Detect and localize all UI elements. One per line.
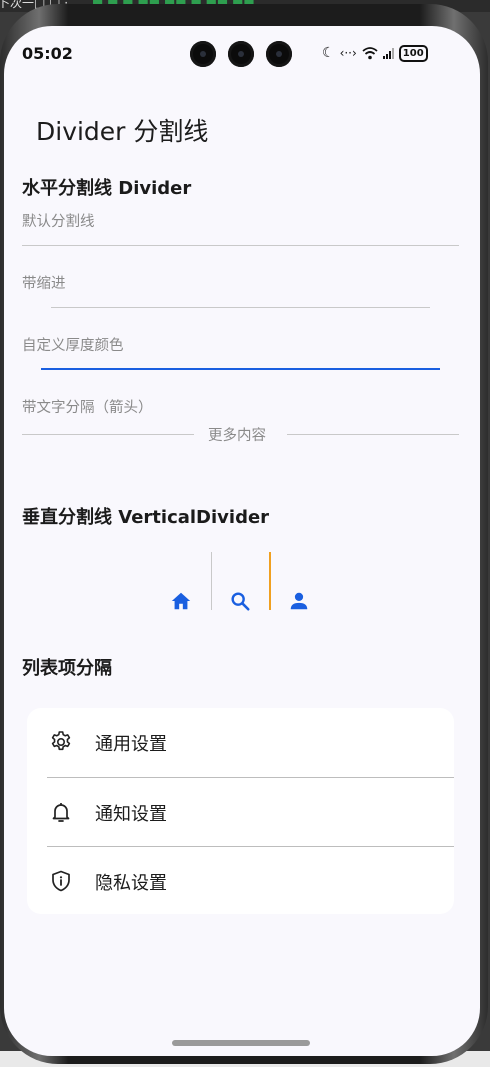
- status-bar: 05:02 ☾ ‹··› 100: [4, 26, 480, 76]
- home-icon[interactable]: [170, 590, 192, 612]
- text-divider-right: [287, 434, 459, 435]
- moon-icon: ☾: [322, 45, 335, 61]
- list-section-title: 列表项分隔: [22, 658, 112, 679]
- camera-icon: [190, 41, 216, 67]
- custom-divider-label: 自定义厚度颜色: [22, 338, 124, 354]
- default-divider-label: 默认分割线: [22, 214, 95, 230]
- phone-screen: 05:02 ☾ ‹··› 100 Divider 分割线 水平分割线 Divid…: [4, 26, 480, 1056]
- signal-icon: [382, 47, 394, 59]
- shield-icon: [52, 870, 70, 892]
- list-item-label: 通知设置: [95, 804, 167, 825]
- battery-icon: 100: [398, 44, 428, 62]
- list-item-label: 通用设置: [95, 734, 167, 755]
- camera-icon: [266, 41, 292, 67]
- settings-list-card: 通用设置 通知设置 隐私设置: [27, 708, 454, 914]
- page-title: Divider 分割线: [36, 117, 209, 146]
- camera-icon: [228, 41, 254, 67]
- wifi-icon: [362, 46, 378, 59]
- home-indicator[interactable]: [172, 1040, 310, 1046]
- text-divider-left: [22, 434, 194, 435]
- status-time: 05:02: [22, 44, 73, 63]
- vertical-divider: [211, 552, 212, 610]
- indent-divider-label: 带缩进: [22, 276, 66, 292]
- indent-divider: [51, 307, 430, 308]
- vertical-divider-orange: [269, 552, 271, 610]
- horizontal-section-title: 水平分割线 Divider: [22, 178, 192, 199]
- list-item-label: 隐私设置: [95, 873, 167, 894]
- list-item-privacy-settings[interactable]: 隐私设置: [27, 847, 454, 916]
- person-icon[interactable]: [288, 590, 310, 612]
- search-icon[interactable]: [229, 590, 251, 612]
- text-divider-text: 更多内容: [208, 428, 266, 444]
- list-item-notification-settings[interactable]: 通知设置: [27, 778, 454, 847]
- bell-icon: [52, 803, 70, 822]
- gear-icon: [51, 731, 71, 751]
- default-divider: [22, 245, 459, 246]
- text-divider-label: 带文字分隔（箭头）: [22, 400, 153, 416]
- phone-frame: 05:02 ☾ ‹··› 100 Divider 分割线 水平分割线 Divid…: [0, 4, 488, 1064]
- vertical-section-title: 垂直分割线 VerticalDivider: [22, 507, 270, 528]
- custom-divider: [41, 368, 440, 370]
- list-item-general-settings[interactable]: 通用设置: [27, 708, 454, 777]
- code-arrows-icon: ‹··›: [339, 46, 357, 60]
- status-icons: ☾ ‹··› 100: [322, 43, 428, 63]
